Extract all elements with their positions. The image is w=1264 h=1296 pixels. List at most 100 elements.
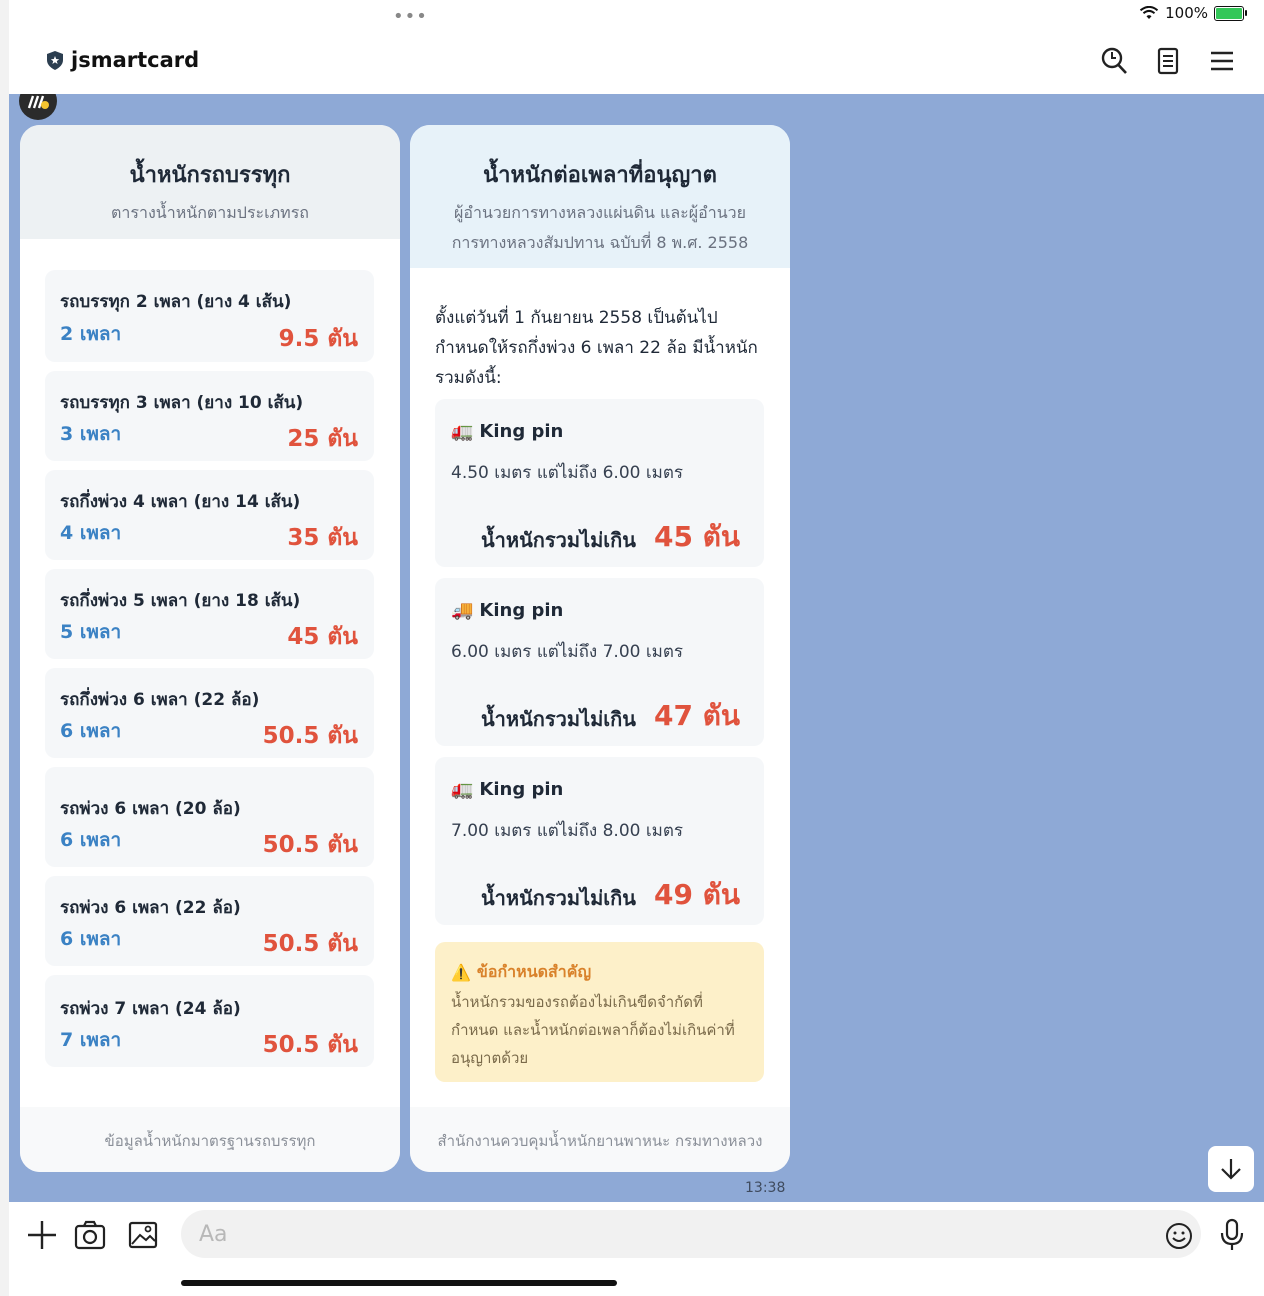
kingpin-header: 🚛 King pin [451, 779, 563, 800]
kingpin-header: 🚛 King pin [451, 421, 563, 442]
vehicle-name: รถพ่วง 7 เพลา (24 ล้อ) [60, 999, 241, 1019]
image-icon[interactable] [126, 1218, 160, 1252]
vehicle-axles: 6 เพลา [60, 829, 122, 851]
vehicle-axles: 3 เพลา [60, 423, 122, 445]
card-footer: สำนักงานควบคุมน้ำหนักยานพาหนะ กรมทางหลวง [410, 1107, 790, 1172]
vehicle-axles: 6 เพลา [60, 720, 122, 742]
message-input[interactable] [181, 1210, 1201, 1258]
vehicle-axles: 5 เพลา [60, 621, 122, 643]
vehicle-weight: 50.5 ตัน [262, 931, 358, 957]
vehicle-item: รถพ่วง 7 เพลา (24 ล้อ) 7 เพลา 50.5 ตัน [45, 975, 374, 1067]
vehicle-axles: 6 เพลา [60, 928, 122, 950]
truck-icon: 🚛 [451, 421, 474, 442]
vehicle-axles: 2 เพลา [60, 323, 122, 345]
vehicle-name: รถกึ่งพ่วง 6 เพลา (22 ล้อ) [60, 690, 260, 710]
kingpin-item: 🚚 King pin 6.00 เมตร แต่ไม่ถึง 7.00 เมตร… [435, 578, 764, 746]
note-body: น้ำหนักรวมของรถต้องไม่เกินขีดจำกัดที่กำห… [451, 993, 735, 1067]
warning-icon: ⚠️ [451, 963, 471, 982]
bot-avatar[interactable] [19, 94, 57, 120]
kingpin-item: 🚛 King pin 4.50 เมตร แต่ไม่ถึง 6.00 เมตร… [435, 399, 764, 567]
card-header: น้ำหนักต่อเพลาที่อนุญาต ผู้อำนวยการทางหล… [410, 125, 790, 268]
vehicle-weight: 50.5 ตัน [262, 832, 358, 858]
vehicle-weight: 50.5 ตัน [262, 1032, 358, 1058]
menu-icon[interactable] [1208, 46, 1236, 76]
chat-area[interactable]: น้ำหนักรถบรรทุก ตารางน้ำหนักตามประเภทรถ … [9, 94, 1264, 1202]
vehicle-axles: 4 เพลา [60, 522, 122, 544]
kingpin-header: 🚚 King pin [451, 600, 563, 621]
vehicle-name: รถกึ่งพ่วง 5 เพลา (ยาง 18 เส้น) [60, 591, 301, 611]
vehicle-weight: 9.5 ตัน [278, 326, 358, 352]
wifi-icon [1139, 6, 1159, 19]
kingpin-label: King pin [479, 600, 564, 621]
card-subtitle: ตารางน้ำหนักตามประเภทรถ [111, 203, 309, 222]
multitask-dots-icon[interactable]: ••• [393, 6, 428, 27]
status-bar: ••• 100% [9, 0, 1264, 30]
card-subtitle: ผู้อำนวยการทางหลวงแผ่นดิน และผู้อำนวย กา… [410, 198, 790, 258]
chat-header: jsmartcard [9, 30, 1264, 94]
chat-title[interactable]: jsmartcard [47, 48, 199, 72]
kingpin-item: 🚛 King pin 7.00 เมตร แต่ไม่ถึง 8.00 เมตร… [435, 757, 764, 925]
vehicle-name: รถกึ่งพ่วง 4 เพลา (ยาง 14 เส้น) [60, 492, 301, 512]
vehicle-name: รถบรรทุก 2 เพลา (ยาง 4 เส้น) [60, 292, 292, 312]
kingpin-range: 7.00 เมตร แต่ไม่ถึง 8.00 เมตร [451, 821, 684, 841]
weight-limit-label: น้ำหนักรวมไม่เกิน [481, 707, 636, 731]
bot-logo-icon [27, 95, 49, 109]
card-header: น้ำหนักรถบรรทุก ตารางน้ำหนักตามประเภทรถ [20, 125, 400, 239]
shield-icon [47, 50, 63, 70]
chat-title-text: jsmartcard [71, 48, 200, 72]
vehicle-name: รถบรรทุก 3 เพลา (ยาง 10 เส้น) [60, 393, 304, 413]
card-title: น้ำหนักรถบรรทุก [129, 163, 291, 188]
arrow-down-icon [1221, 1159, 1241, 1180]
kingpin-label: King pin [479, 421, 564, 442]
scroll-to-bottom-button[interactable] [1208, 1146, 1254, 1192]
vehicle-weight: 25 ตัน [287, 426, 358, 452]
important-note: ⚠️ ข้อกำหนดสำคัญ น้ำหนักรวมของรถต้องไม่เ… [435, 942, 764, 1082]
weight-limit-value: 49 ตัน [654, 878, 741, 911]
home-indicator[interactable] [181, 1280, 617, 1286]
vehicle-weight-card: น้ำหนักรถบรรทุก ตารางน้ำหนักตามประเภทรถ … [20, 125, 400, 1172]
vehicle-item: รถกึ่งพ่วง 5 เพลา (ยาง 18 เส้น) 5 เพลา 4… [45, 569, 374, 659]
battery-percent: 100% [1165, 4, 1208, 22]
axle-weight-card: น้ำหนักต่อเพลาที่อนุญาต ผู้อำนวยการทางหล… [410, 125, 790, 1172]
plus-icon[interactable] [25, 1218, 59, 1252]
vehicle-item: รถบรรทุก 2 เพลา (ยาง 4 เส้น) 2 เพลา 9.5 … [45, 270, 374, 362]
truck-icon: 🚛 [451, 779, 474, 800]
vehicle-weight: 45 ตัน [287, 624, 358, 650]
battery-icon [1214, 5, 1247, 21]
vehicle-item: รถบรรทุก 3 เพลา (ยาง 10 เส้น) 3 เพลา 25 … [45, 371, 374, 461]
weight-limit-label: น้ำหนักรวมไม่เกิน [481, 528, 636, 552]
intro-text: ตั้งแต่วันที่ 1 กันยายน 2558 เป็นต้นไป ก… [435, 308, 758, 388]
vehicle-item: รถพ่วง 6 เพลา (22 ล้อ) 6 เพลา 50.5 ตัน [45, 876, 374, 966]
notes-icon[interactable] [1154, 46, 1182, 76]
message-timestamp: 13:38 [745, 1180, 786, 1196]
vehicle-item: รถกึ่งพ่วง 4 เพลา (ยาง 14 เส้น) 4 เพลา 3… [45, 470, 374, 560]
weight-limit-value: 45 ตัน [654, 520, 741, 553]
weight-limit-value: 47 ตัน [654, 699, 741, 732]
left-edge [0, 0, 9, 1296]
microphone-icon[interactable] [1217, 1218, 1247, 1252]
vehicle-weight: 50.5 ตัน [262, 723, 358, 749]
card-subtitle-line: ผู้อำนวยการทางหลวงแผ่นดิน และผู้อำนวย [453, 203, 747, 222]
vehicle-weight: 35 ตัน [287, 525, 358, 551]
card-footer: ข้อมูลน้ำหนักมาตรฐานรถบรรทุก [20, 1107, 400, 1172]
emoji-icon[interactable] [1165, 1222, 1193, 1250]
kingpin-range: 4.50 เมตร แต่ไม่ถึง 6.00 เมตร [451, 463, 684, 483]
vehicle-axles: 7 เพลา [60, 1029, 122, 1051]
card-title: น้ำหนักต่อเพลาที่อนุญาต [483, 163, 717, 188]
search-icon[interactable] [1100, 46, 1128, 76]
vehicle-name: รถพ่วง 6 เพลา (22 ล้อ) [60, 898, 241, 918]
weight-limit-label: น้ำหนักรวมไม่เกิน [481, 886, 636, 910]
vehicle-list: รถบรรทุก 2 เพลา (ยาง 4 เส้น) 2 เพลา 9.5 … [45, 270, 374, 1076]
message-composer [9, 1202, 1264, 1296]
note-title: ⚠️ ข้อกำหนดสำคัญ [451, 960, 591, 985]
note-title-text: ข้อกำหนดสำคัญ [476, 962, 592, 981]
card-subtitle-line: การทางหลวงสัมปทาน ฉบับที่ 8 พ.ศ. 2558 [451, 233, 749, 252]
kingpin-label: King pin [479, 779, 564, 800]
kingpin-range: 6.00 เมตร แต่ไม่ถึง 7.00 เมตร [451, 642, 684, 662]
vehicle-item: รถพ่วง 6 เพลา (20 ล้อ) 6 เพลา 50.5 ตัน [45, 767, 374, 867]
truck-icon: 🚚 [451, 600, 474, 621]
vehicle-item: รถกึ่งพ่วง 6 เพลา (22 ล้อ) 6 เพลา 50.5 ต… [45, 668, 374, 758]
vehicle-name: รถพ่วง 6 เพลา (20 ล้อ) [60, 799, 241, 819]
camera-icon[interactable] [73, 1218, 107, 1252]
header-actions [1100, 46, 1236, 76]
